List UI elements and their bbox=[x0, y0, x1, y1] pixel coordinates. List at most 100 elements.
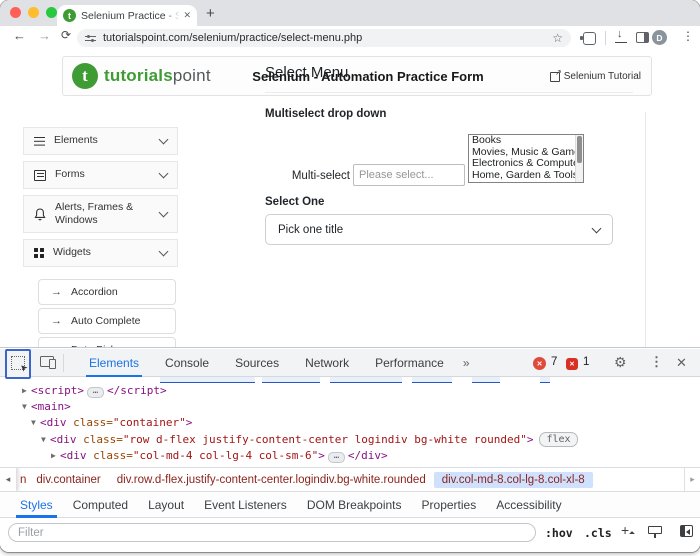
device-toolbar-icon[interactable] bbox=[40, 356, 54, 367]
tab-layout[interactable]: Layout bbox=[138, 492, 194, 518]
tab-console[interactable]: Console bbox=[152, 349, 222, 377]
sidebar-item-alerts-frames-windows[interactable]: Alerts, Frames & Windows bbox=[23, 195, 178, 233]
browser-menu-icon[interactable]: ⋮ bbox=[682, 29, 694, 43]
listbox-option[interactable]: Home, Garden & Tools bbox=[469, 170, 583, 182]
sidebar-item-forms[interactable]: Forms bbox=[23, 161, 178, 189]
tab-sources[interactable]: Sources bbox=[222, 349, 292, 377]
devtools-close-icon[interactable]: ✕ bbox=[676, 355, 687, 371]
listbox-scrollbar[interactable] bbox=[575, 135, 583, 182]
tab-close-icon[interactable]: ✕ bbox=[183, 10, 191, 21]
breadcrumb-scroll-left-button[interactable]: ◂ bbox=[0, 468, 17, 491]
flex-badge[interactable]: flex bbox=[539, 432, 577, 447]
breadcrumb-item-row[interactable]: div.row.d-flex.justify-content-center.lo… bbox=[109, 472, 434, 488]
more-tabs-icon[interactable]: » bbox=[457, 356, 476, 370]
form-icon bbox=[34, 170, 46, 181]
selenium-tutorial-link[interactable]: ↗ Selenium Tutorial bbox=[550, 71, 641, 82]
expand-inline-icon[interactable]: … bbox=[328, 452, 345, 463]
section-divider bbox=[265, 92, 633, 93]
close-window-button[interactable] bbox=[10, 7, 21, 18]
new-style-rule-button[interactable]: + bbox=[621, 522, 629, 538]
paint-roller-icon[interactable] bbox=[648, 526, 662, 534]
breadcrumb-item-clipped[interactable]: n bbox=[20, 472, 28, 488]
devtools-toolbar: Elements Console Sources Network Perform… bbox=[0, 349, 700, 377]
breadcrumb-item-col-selected[interactable]: div.col-md-8.col-lg-8.col-xl-8 bbox=[434, 472, 593, 488]
styles-tab-bar: Styles Computed Layout Event Listeners D… bbox=[0, 492, 700, 518]
tab-title: Selenium Practice - Select M bbox=[81, 10, 180, 22]
content-card-border bbox=[645, 112, 646, 347]
dom-node-row[interactable]: ▼<div class="row d-flex justify-content-… bbox=[41, 432, 578, 447]
dom-node-container[interactable]: ▼<div class="container"> bbox=[31, 416, 192, 429]
toggle-styles-sidebar-icon[interactable] bbox=[680, 525, 693, 537]
expand-inline-icon[interactable]: … bbox=[87, 387, 104, 398]
console-error-icon[interactable]: ✕ bbox=[533, 357, 546, 370]
tutorialspoint-logo[interactable]: t bbox=[72, 63, 98, 89]
scrollbar-thumb[interactable] bbox=[577, 136, 582, 163]
multi-select-field-label: Multi-select bbox=[265, 170, 350, 182]
inspect-cursor-icon: ➤ bbox=[11, 356, 25, 370]
brand-wordmark[interactable]: tutorialspoint bbox=[104, 66, 211, 86]
tab-event-listeners[interactable]: Event Listeners bbox=[194, 492, 297, 518]
breadcrumb: n div.container div.row.d-flex.justify-c… bbox=[20, 468, 593, 491]
address-bar[interactable]: tutorialspoint.com/selenium/practice/sel… bbox=[77, 29, 571, 47]
site-settings-icon[interactable] bbox=[85, 34, 96, 43]
multiselect-listbox[interactable]: Books Movies, Music & Games Electronics … bbox=[468, 134, 584, 183]
chevron-down-icon bbox=[159, 169, 169, 179]
element-classes-button[interactable]: .cls bbox=[584, 526, 612, 540]
styles-filter-input[interactable] bbox=[8, 523, 536, 542]
browser-window: t Selenium Practice - Select M ✕ + ← → ⟳… bbox=[0, 0, 700, 552]
devtools-menu-icon[interactable]: ⋮ bbox=[650, 354, 663, 370]
inspect-element-button[interactable]: ➤ bbox=[5, 349, 31, 379]
page-viewport: t tutorialspoint Selenium - Automation P… bbox=[0, 50, 700, 347]
console-error-count[interactable]: 7 bbox=[551, 356, 557, 368]
issues-count[interactable]: 1 bbox=[583, 356, 589, 368]
dom-node-col[interactable]: ▶<div class="col-md-4 col-lg-4 col-sm-6"… bbox=[51, 449, 388, 463]
tab-performance[interactable]: Performance bbox=[362, 349, 457, 377]
breadcrumb-item-container[interactable]: div.container bbox=[28, 472, 108, 488]
profile-avatar[interactable]: D bbox=[652, 30, 667, 45]
sidebar-subitem-date-picker[interactable]: → Date Picker bbox=[38, 337, 176, 347]
back-button[interactable]: ← bbox=[13, 28, 26, 43]
tab-styles[interactable]: Styles bbox=[10, 492, 63, 518]
zoom-window-button[interactable] bbox=[46, 7, 57, 18]
browser-toolbar: ← → ⟳ tutorialspoint.com/selenium/practi… bbox=[0, 26, 700, 51]
sidebar-subitem-accordion[interactable]: → Accordion bbox=[38, 279, 176, 305]
new-tab-button[interactable]: + bbox=[206, 4, 215, 24]
forward-button[interactable]: → bbox=[38, 28, 51, 43]
toggle-element-state-button[interactable]: :hov bbox=[545, 526, 573, 540]
breadcrumb-bar: ◂ n div.container div.row.d-flex.justify… bbox=[0, 467, 700, 492]
clipped-code-line bbox=[0, 377, 700, 383]
tab-accessibility[interactable]: Accessibility bbox=[486, 492, 571, 518]
breadcrumb-scroll-right-button[interactable]: ▸ bbox=[684, 468, 700, 491]
sidebar-item-widgets[interactable]: Widgets bbox=[23, 239, 178, 267]
tab-elements[interactable]: Elements bbox=[76, 349, 152, 377]
devtools-settings-icon[interactable]: ⚙ bbox=[614, 354, 627, 371]
sidebar-subitem-auto-complete[interactable]: → Auto Complete bbox=[38, 308, 176, 334]
tab-dom-breakpoints[interactable]: DOM Breakpoints bbox=[297, 492, 412, 518]
issues-icon[interactable]: ✕ bbox=[566, 358, 578, 370]
url-text[interactable]: tutorialspoint.com/selenium/practice/sel… bbox=[103, 32, 552, 44]
select-one-label: Select One bbox=[265, 196, 324, 208]
extensions-icon[interactable] bbox=[583, 32, 596, 45]
browser-tab[interactable]: t Selenium Practice - Select M ✕ bbox=[57, 5, 197, 26]
tab-network[interactable]: Network bbox=[292, 349, 362, 377]
dom-tree: ▶<script>…</script> ▼<main> ▼<div class=… bbox=[0, 377, 700, 467]
side-panel-icon[interactable] bbox=[636, 32, 649, 43]
reload-button[interactable]: ⟳ bbox=[61, 28, 71, 42]
section-title: Select Menu bbox=[265, 64, 348, 81]
hamburger-icon bbox=[34, 137, 45, 139]
tab-properties[interactable]: Properties bbox=[412, 492, 487, 518]
dom-node-main[interactable]: ▼<main> bbox=[22, 400, 71, 413]
listbox-option[interactable]: Books bbox=[469, 135, 583, 147]
bell-icon bbox=[34, 208, 46, 221]
dom-node-script[interactable]: ▶<script>…</script> bbox=[22, 384, 167, 398]
external-link-icon: ↗ bbox=[550, 72, 560, 82]
multi-select-input[interactable] bbox=[353, 164, 465, 186]
downloads-icon[interactable]: ↓ bbox=[615, 29, 628, 45]
tab-computed[interactable]: Computed bbox=[63, 492, 138, 518]
minimize-window-button[interactable] bbox=[28, 7, 39, 18]
select-one-dropdown[interactable]: Pick one title bbox=[265, 214, 613, 245]
sidebar-item-elements[interactable]: Elements bbox=[23, 127, 178, 155]
bookmark-star-icon[interactable]: ☆ bbox=[552, 31, 563, 45]
toolbar-separator bbox=[605, 31, 606, 45]
devtools-panel: Elements Console Sources Network Perform… bbox=[0, 347, 700, 552]
